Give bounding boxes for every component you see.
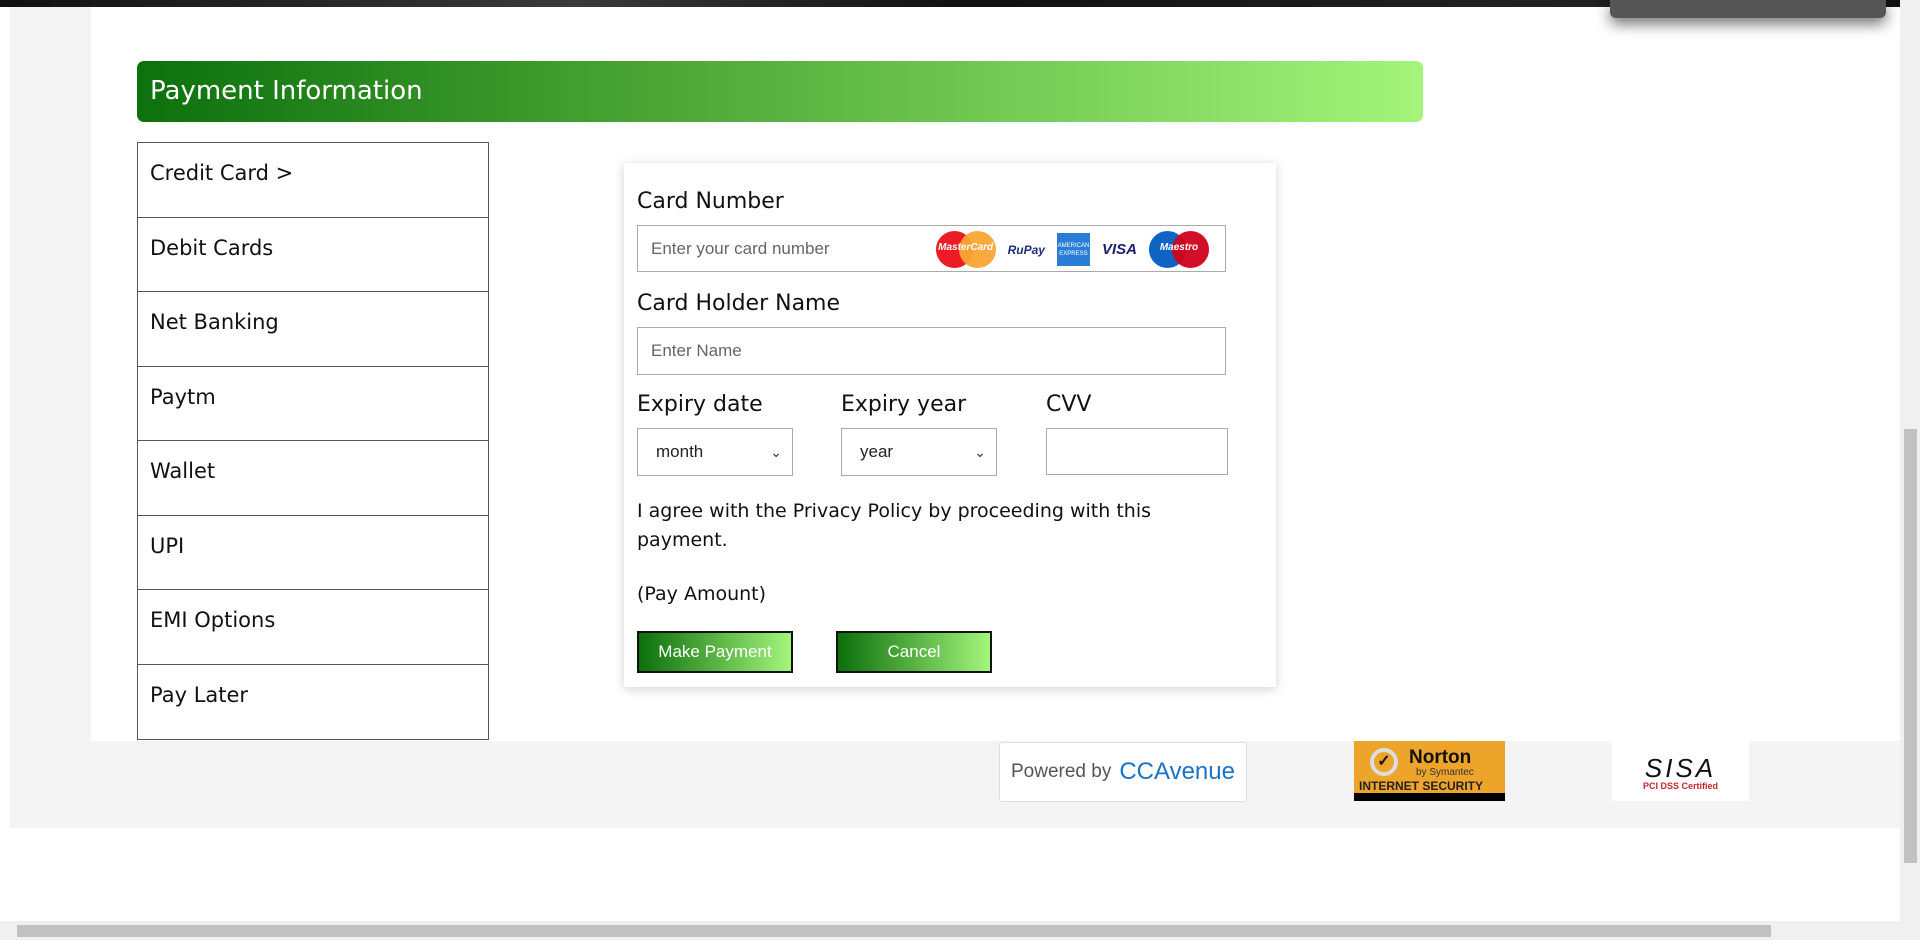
ccavenue-badge: Powered by CCAvenue [999, 742, 1247, 802]
expiry-month-select[interactable]: month ⌄ [637, 428, 793, 476]
payment-method-emi[interactable]: EMI Options [138, 590, 488, 665]
payment-method-credit-card[interactable]: Credit Card > [138, 143, 488, 218]
horizontal-scroll-thumb[interactable] [17, 925, 1771, 937]
card-holder-label: Card Holder Name [637, 291, 841, 316]
overlay-popup [1610, 0, 1886, 18]
norton-badge: Norton ✓ by Symantec INTERNET SECURITY [1354, 741, 1505, 801]
pay-amount: (Pay Amount) [637, 583, 767, 605]
payment-method-upi[interactable]: UPI [138, 516, 488, 590]
payment-method-list: Credit Card > Debit Cards Net Banking Pa… [137, 142, 489, 740]
card-number-label: Card Number [637, 189, 784, 214]
expiry-year-select[interactable]: year ⌄ [841, 428, 997, 476]
chevron-down-icon: ⌄ [770, 443, 782, 460]
card-holder-input[interactable]: Enter Name [637, 327, 1226, 375]
payment-method-wallet[interactable]: Wallet [138, 441, 488, 516]
cancel-button[interactable]: Cancel [836, 631, 992, 673]
payment-method-debit-cards[interactable]: Debit Cards [138, 218, 488, 292]
horizontal-scrollbar[interactable] [0, 921, 1900, 940]
card-number-placeholder: Enter your card number [651, 238, 830, 258]
vertical-scroll-thumb[interactable] [1904, 429, 1917, 863]
sisa-badge: SISA PCI DSS Certified [1612, 741, 1749, 801]
card-logos: MasterCard RuPay AMERICAN EXPRESS VISA M… [935, 231, 1209, 268]
maestro-logo: Maestro [1149, 231, 1209, 268]
visa-logo: VISA [1101, 241, 1137, 258]
card-number-input[interactable]: Enter your card number MasterCard RuPay … [637, 225, 1226, 272]
amex-logo: AMERICAN EXPRESS [1056, 233, 1090, 266]
payment-method-net-banking[interactable]: Net Banking [138, 292, 488, 367]
vertical-scrollbar[interactable] [1900, 0, 1920, 940]
payment-info-header: Payment Information [137, 61, 1423, 122]
cvv-label: CVV [1046, 392, 1092, 417]
payment-method-pay-later[interactable]: Pay Later [138, 665, 488, 740]
privacy-agreement-text: I agree with the Privacy Policy by proce… [637, 500, 1152, 551]
mastercard-logo: MasterCard [935, 231, 996, 268]
rupay-logo: RuPay [1007, 242, 1045, 257]
make-payment-button[interactable]: Make Payment [637, 631, 793, 673]
cvv-input[interactable] [1046, 428, 1228, 475]
chevron-down-icon: ⌄ [974, 443, 986, 460]
checkmark-icon: ✓ [1370, 748, 1398, 776]
card-payment-form: Card Number Enter your card number Maste… [624, 163, 1276, 687]
expiry-date-label: Expiry date [637, 392, 763, 417]
payment-method-paytm[interactable]: Paytm [138, 367, 488, 441]
expiry-year-label: Expiry year [841, 392, 967, 417]
